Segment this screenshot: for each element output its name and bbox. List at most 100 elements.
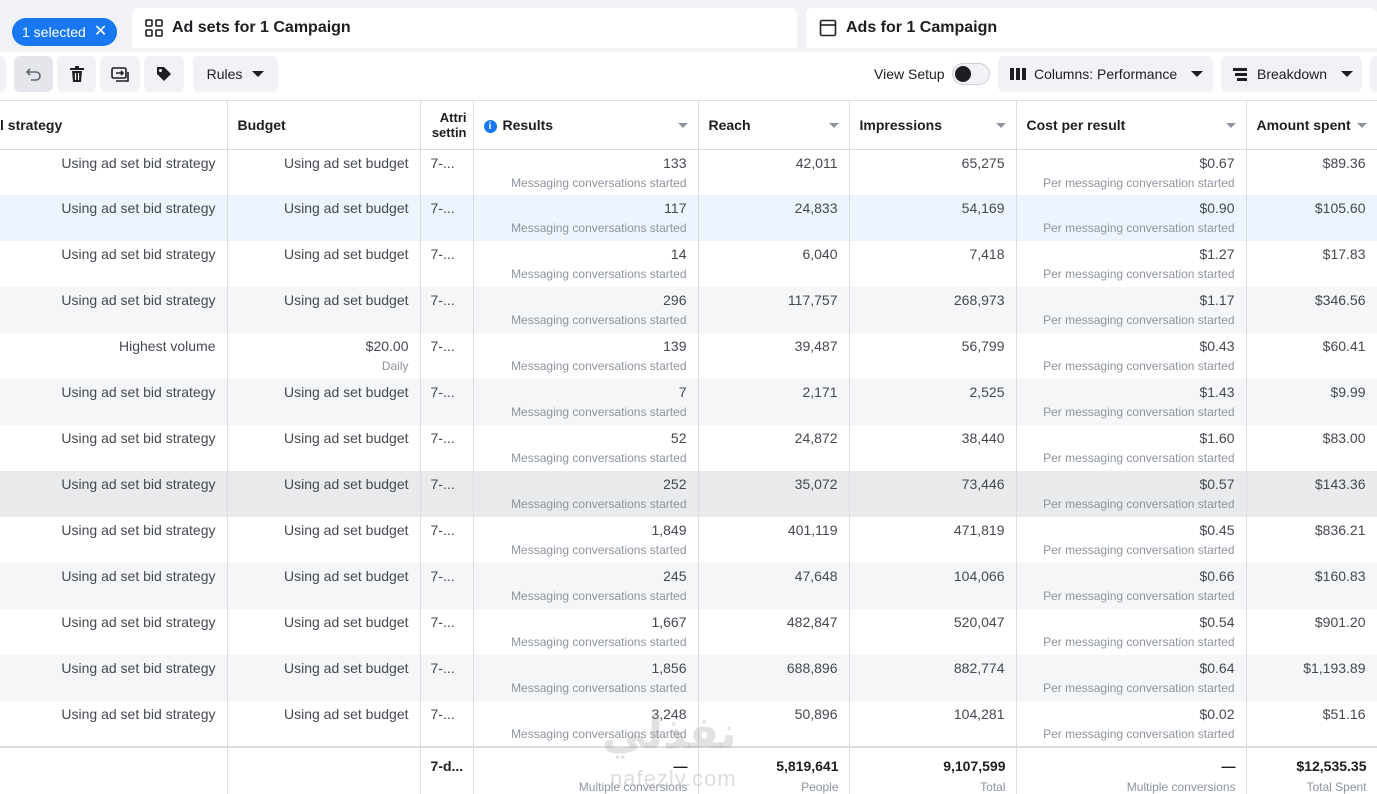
attribution-cell: 7-... <box>420 241 474 287</box>
total-results-cell: — Multiple conversions <box>473 746 699 794</box>
trash-icon <box>69 65 85 83</box>
sort-icon[interactable] <box>995 123 1006 128</box>
column-header-bid-strategy[interactable]: l strategy <box>0 101 228 150</box>
table-row[interactable]: Using ad set bid strategy Using ad set bu… <box>0 655 1377 701</box>
results-cell: 1,667 Messaging conversations started <box>473 609 699 655</box>
rules-label: Rules <box>206 66 243 82</box>
table-row[interactable]: Using ad set bid strategy Using ad set bu… <box>0 195 1377 241</box>
results-sub: Messaging conversations started <box>511 543 687 557</box>
delete-button[interactable] <box>57 56 96 92</box>
budget-value: Using ad set budget <box>283 706 409 722</box>
tab-ads-label: Ads for 1 Campaign <box>846 19 998 36</box>
column-header-reach[interactable]: Reach <box>698 101 850 150</box>
cpr-sub: Per messaging conversation started <box>1043 313 1235 327</box>
selected-pill[interactable]: 1 selected ✕ <box>12 18 118 46</box>
budget-sub: Daily <box>381 359 409 373</box>
cpr-value: $1.17 <box>1199 292 1235 308</box>
edit-button-edge[interactable] <box>0 56 6 92</box>
results-value: 117 <box>664 200 687 216</box>
tab-ads[interactable]: Ads for 1 Campaign <box>806 8 1377 48</box>
sort-icon[interactable] <box>828 123 839 128</box>
close-icon[interactable]: ✕ <box>94 24 107 40</box>
amount-spent-cell: $9.99 <box>1246 379 1377 425</box>
totals-row: 7-d... — Multiple conversions 5,819,641 Pe… <box>0 746 1377 794</box>
cost-per-result-cell: $1.60 Per messaging conversation started <box>1016 425 1247 471</box>
column-header-impressions[interactable]: Impressions <box>849 101 1017 150</box>
table-row[interactable]: Using ad set bid strategy Using ad set bu… <box>0 471 1377 517</box>
table-row[interactable]: Using ad set bid strategy Using ad set bu… <box>0 241 1377 287</box>
breakdown-button[interactable]: Breakdown <box>1221 56 1362 92</box>
column-header-results[interactable]: i Results <box>473 101 699 150</box>
bid-strategy-cell: Using ad set bid strategy <box>0 701 228 747</box>
budget-value: Using ad set budget <box>283 246 409 262</box>
results-value: 52 <box>670 430 687 446</box>
total-attribution-cell: 7-d... <box>420 746 474 794</box>
bid-strategy-cell: Using ad set bid strategy <box>0 425 228 471</box>
table-row[interactable]: Using ad set bid strategy Using ad set bu… <box>0 379 1377 425</box>
results-value: 3,248 <box>651 706 687 722</box>
view-setup-toggle[interactable] <box>952 63 990 85</box>
selected-count-label: 1 selected <box>22 24 86 40</box>
reach-cell: 2,171 <box>698 379 850 425</box>
duplicate-button[interactable] <box>100 56 140 92</box>
toggle-knob <box>955 66 971 82</box>
cpr-value: $0.57 <box>1199 476 1235 492</box>
table-row[interactable]: Using ad set bid strategy Using ad set bu… <box>0 701 1377 747</box>
total-cpr-value: — <box>1221 758 1236 774</box>
impressions-cell: 268,973 <box>849 287 1017 333</box>
bid-strategy-cell: Using ad set bid strategy <box>0 517 228 563</box>
undo-button[interactable] <box>14 56 53 92</box>
attribution-cell: 7-... <box>420 195 474 241</box>
attribution-cell: 7-... <box>420 609 474 655</box>
sort-icon[interactable] <box>1225 123 1236 128</box>
budget-cell: Using ad set budget <box>227 471 421 517</box>
total-results-value: — <box>673 758 688 774</box>
budget-cell: Using ad set budget <box>227 609 421 655</box>
results-cell: 1,856 Messaging conversations started <box>473 655 699 701</box>
tab-strip: 1 selected ✕ Ad sets for 1 Campaign Ads … <box>0 0 1377 52</box>
table-row[interactable]: Using ad set bid strategy Using ad set bu… <box>0 425 1377 471</box>
tab-selected: 1 selected ✕ <box>0 8 124 48</box>
cpr-sub: Per messaging conversation started <box>1043 727 1235 741</box>
amount-spent-cell: $346.56 <box>1246 287 1377 333</box>
table-row[interactable]: Using ad set bid strategy Using ad set bu… <box>0 287 1377 333</box>
attribution-cell: 7-... <box>420 563 474 609</box>
column-header-amount-spent[interactable]: Amount spent <box>1246 101 1377 150</box>
cpr-value: $0.02 <box>1199 706 1235 722</box>
grid-icon <box>144 18 164 38</box>
attribution-cell: 7-... <box>420 379 474 425</box>
results-value: 1,856 <box>651 660 687 676</box>
table-row[interactable]: Using ad set bid strategy Using ad set bu… <box>0 517 1377 563</box>
results-sub: Messaging conversations started <box>511 313 687 327</box>
results-sub: Messaging conversations started <box>511 727 687 741</box>
column-header-cost-per-result[interactable]: Cost per result <box>1016 101 1247 150</box>
bid-strategy-cell: Using ad set bid strategy <box>0 149 228 195</box>
column-header-attribution[interactable]: Attri settin <box>420 101 474 150</box>
cost-per-result-cell: $0.02 Per messaging conversation started <box>1016 701 1247 747</box>
header-label: Cost per result <box>1026 116 1126 133</box>
table-totals: 7-d... — Multiple conversions 5,819,641 Pe… <box>0 746 1377 794</box>
chevron-down-icon <box>1341 71 1354 77</box>
amount-spent-cell: $17.83 <box>1246 241 1377 287</box>
impressions-cell: 520,047 <box>849 609 1017 655</box>
bid-strategy-cell: Using ad set bid strategy <box>0 563 228 609</box>
tag-button[interactable] <box>144 56 184 92</box>
table-row[interactable]: Using ad set bid strategy Using ad set bu… <box>0 149 1377 195</box>
table-row[interactable]: Using ad set bid strategy Using ad set bu… <box>0 563 1377 609</box>
sort-icon[interactable] <box>1356 123 1367 128</box>
tab-ad-sets[interactable]: Ad sets for 1 Campaign <box>132 8 797 48</box>
total-reach-sub: People <box>801 780 839 794</box>
cost-per-result-cell: $0.67 Per messaging conversation started <box>1016 149 1247 195</box>
info-icon[interactable]: i <box>483 119 497 133</box>
budget-value: Using ad set budget <box>283 292 409 308</box>
columns-button[interactable]: Columns: Performance <box>998 56 1213 92</box>
rules-button[interactable]: Rules <box>193 56 278 92</box>
more-button-edge[interactable] <box>1370 56 1377 92</box>
column-header-budget[interactable]: Budget <box>227 101 421 150</box>
total-amount-value: $12,535.35 <box>1296 758 1367 774</box>
results-cell: 1,849 Messaging conversations started <box>473 517 699 563</box>
table-row[interactable]: Using ad set bid strategy Using ad set bu… <box>0 609 1377 655</box>
total-amount-sub: Total Spent <box>1306 780 1367 794</box>
table-row[interactable]: Highest volume $20.00 Daily 7-... 139 Messagi… <box>0 333 1377 379</box>
sort-icon[interactable] <box>677 123 688 128</box>
